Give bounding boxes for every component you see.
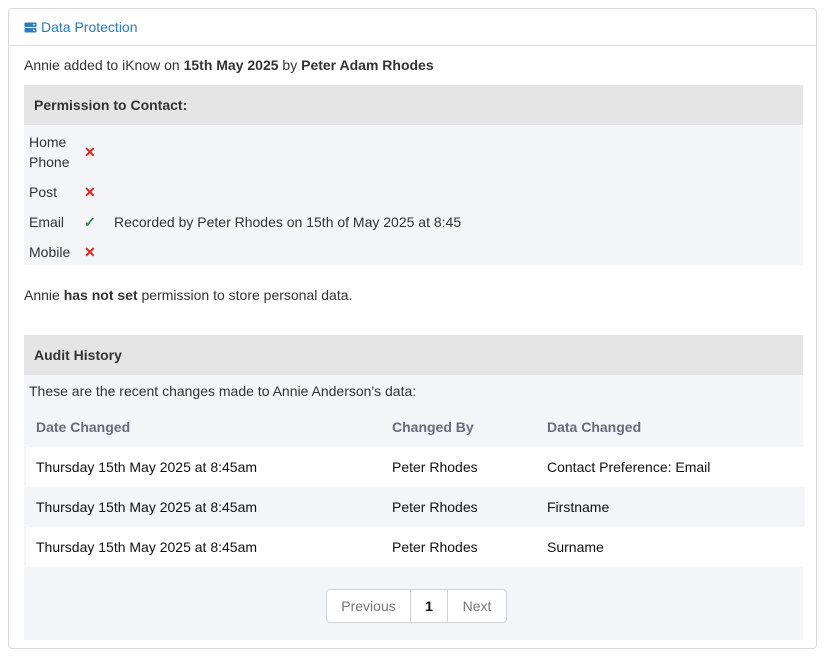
permission-list: Home Phone ✕ Post ✕ Email ✓ Recorded by … [24, 125, 803, 265]
table-row: Thursday 15th May 2025 at 8:45am Peter R… [26, 487, 805, 527]
audit-table: Date Changed Changed By Data Changed Thu… [26, 407, 805, 567]
panel-heading: Data Protection [9, 9, 816, 46]
permission-label: Post [29, 184, 58, 200]
permission-row-home-phone: Home Phone ✕ [29, 132, 114, 172]
column-header-changed-by: Changed By [392, 419, 474, 435]
cross-icon: ✕ [84, 243, 96, 260]
column-header-date: Date Changed [36, 419, 131, 435]
added-info: Annie added to iKnow on 15th May 2025 by… [24, 57, 434, 73]
cell-date: Thursday 15th May 2025 at 8:45am [26, 527, 382, 567]
server-icon [24, 22, 37, 33]
previous-page-button[interactable]: Previous [327, 590, 411, 622]
permission-row-mobile: Mobile ✕ [29, 242, 114, 262]
cell-changed-by: Peter Rhodes [382, 487, 537, 527]
column-header-data-changed: Data Changed [547, 419, 642, 435]
next-page-button[interactable]: Next [448, 590, 506, 622]
check-icon: ✓ [84, 213, 96, 230]
audit-intro: These are the recent changes made to Ann… [29, 383, 417, 399]
permission-header: Permission to Contact: [24, 85, 803, 125]
cell-date: Thursday 15th May 2025 at 8:45am [26, 447, 382, 487]
current-page-button[interactable]: 1 [411, 590, 448, 622]
permission-label: Mobile [29, 244, 71, 260]
table-row: Thursday 15th May 2025 at 8:45am Peter R… [26, 447, 805, 487]
cell-data-changed: Surname [537, 527, 805, 567]
panel-title[interactable]: Data Protection [41, 19, 138, 35]
cell-date: Thursday 15th May 2025 at 8:45am [26, 487, 382, 527]
cell-changed-by: Peter Rhodes [382, 527, 537, 567]
permission-label: Home Phone [29, 134, 70, 170]
pagination: Previous 1 Next [326, 589, 507, 623]
cell-changed-by: Peter Rhodes [382, 447, 537, 487]
permission-row-email: Email ✓ Recorded by Peter Rhodes on 15th… [29, 212, 461, 232]
cross-icon: ✕ [84, 143, 96, 160]
data-protection-panel: Data Protection Annie added to iKnow on … [8, 8, 817, 649]
cell-data-changed: Firstname [537, 487, 805, 527]
cell-data-changed: Contact Preference: Email [537, 447, 805, 487]
store-permission-info: Annie has not set permission to store pe… [24, 287, 353, 303]
permission-note: Recorded by Peter Rhodes on 15th of May … [114, 214, 462, 230]
audit-header: Audit History [24, 335, 803, 375]
table-row: Thursday 15th May 2025 at 8:45am Peter R… [26, 527, 805, 567]
permission-row-post: Post ✕ [29, 182, 114, 202]
cross-icon: ✕ [84, 183, 96, 200]
audit-history: These are the recent changes made to Ann… [24, 375, 805, 640]
permission-label: Email [29, 214, 65, 230]
